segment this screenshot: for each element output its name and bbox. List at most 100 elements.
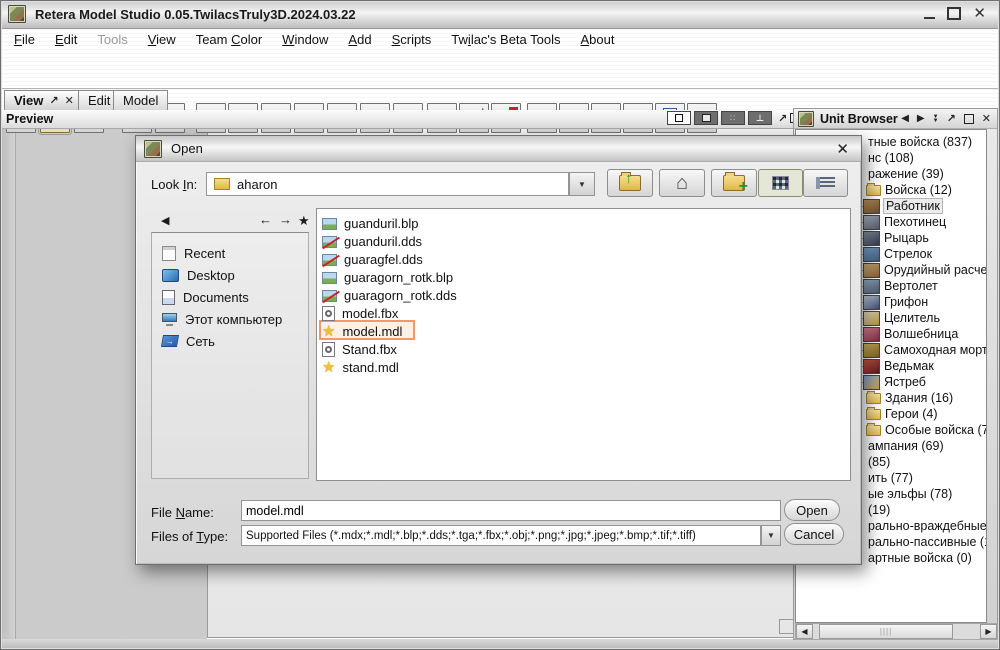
menu-item-add[interactable]: Add xyxy=(338,30,381,49)
forward-icon[interactable]: → xyxy=(279,212,292,227)
files-of-type-dropdown-icon[interactable]: ▼ xyxy=(761,525,781,546)
place-documents[interactable]: Documents xyxy=(162,289,249,305)
tab-restore-icon[interactable]: ↗ xyxy=(49,94,58,107)
unit-portrait-icon xyxy=(863,374,880,390)
dialog-icon xyxy=(144,139,162,158)
minimize-icon[interactable] xyxy=(924,17,936,19)
tree-item[interactable]: нс (108) xyxy=(868,150,914,166)
files-of-type-combo[interactable]: Supported Files (*.mdx;*.mdl;*.blp;*.dds… xyxy=(241,525,761,546)
open-button[interactable]: Open xyxy=(784,499,840,521)
file-row[interactable]: Stand.fbx xyxy=(322,341,397,358)
cancel-button[interactable]: Cancel xyxy=(784,523,844,545)
tree-item-unit[interactable]: Целитель xyxy=(849,310,940,326)
unit-browser-header[interactable]: Unit Browser ◀ ▶ ▼ ▼ ↗ ✕ xyxy=(794,109,997,129)
menu-item-window[interactable]: Window xyxy=(272,30,338,49)
unit-tree-hscrollbar[interactable]: ◀ |||| ▶ xyxy=(795,623,998,640)
tree-item-unit[interactable]: Работник xyxy=(849,198,943,214)
view-mode-points-button[interactable]: :: xyxy=(721,111,745,125)
tree-item-folder[interactable]: Войска (12) xyxy=(866,182,952,198)
hscroll-thumb[interactable]: |||| xyxy=(819,624,953,639)
tree-item-unit[interactable]: Орудийный расчет xyxy=(849,262,986,278)
tree-item[interactable]: ить (77) xyxy=(868,470,913,486)
dialog-title: Open xyxy=(171,141,203,156)
place-this-computer[interactable]: Этот компьютер xyxy=(162,311,282,327)
place-recent[interactable]: Recent xyxy=(162,245,225,261)
unit-portrait-icon xyxy=(863,262,880,278)
tree-item[interactable]: тные войска (837) xyxy=(868,134,972,150)
view-mode-solid-button[interactable] xyxy=(694,111,718,125)
close-icon[interactable]: ✕ xyxy=(973,6,986,21)
tree-item-unit[interactable]: Самоходная мортира xyxy=(849,342,986,358)
grid-view-icon xyxy=(772,176,789,190)
tab-view[interactable]: View ↗ ✕ xyxy=(4,90,84,110)
ub-maximize-icon[interactable] xyxy=(963,113,974,124)
view-mode-wireframe-button[interactable] xyxy=(667,111,691,125)
view-mode-normals-button[interactable]: ⊥ xyxy=(748,111,772,125)
file-row[interactable]: guaragorn_rotk.dds xyxy=(322,287,457,304)
look-in-combo[interactable]: aharon xyxy=(206,172,569,196)
ub-collapse-icon[interactable]: ▼ ▼ xyxy=(933,114,939,124)
tree-item[interactable]: артные войска (0) xyxy=(868,550,972,566)
file-row-selected[interactable]: ★ model.mdl xyxy=(322,323,402,340)
file-row[interactable]: guaragfel.dds xyxy=(322,251,423,268)
ub-left-icon[interactable]: ◀ xyxy=(901,113,909,124)
dialog-close-icon[interactable]: ✕ xyxy=(836,140,849,158)
grid-view-button[interactable] xyxy=(758,169,803,197)
menu-item-twilacs-beta-tools[interactable]: Twilac's Beta Tools xyxy=(441,30,570,49)
hscroll-right-button[interactable]: ▶ xyxy=(980,624,997,639)
file-row[interactable]: guanduril.dds xyxy=(322,233,422,250)
tree-item[interactable]: (85) xyxy=(868,454,890,470)
tree-item[interactable]: ые эльфы (78) xyxy=(868,486,952,502)
file-row[interactable]: ★ stand.mdl xyxy=(322,359,399,376)
home-button[interactable]: ⌂ xyxy=(659,169,705,197)
details-view-button[interactable] xyxy=(803,169,848,197)
tree-item-folder[interactable]: Особые войска (7) xyxy=(866,422,986,438)
place-desktop[interactable]: Desktop xyxy=(162,267,235,283)
tree-item[interactable]: рально-враждебные ( xyxy=(868,518,986,534)
ub-right-icon[interactable]: ▶ xyxy=(917,113,925,124)
tree-item[interactable]: рально-пассивные (17 xyxy=(868,534,986,550)
ub-close-icon[interactable]: ✕ xyxy=(982,112,991,125)
tree-item-unit[interactable]: Пехотинец xyxy=(849,214,946,230)
preview-restore-icon[interactable]: ↗ xyxy=(778,112,787,125)
file-name-input[interactable] xyxy=(241,500,781,521)
menu-item-view[interactable]: View xyxy=(138,30,186,49)
tree-item-unit[interactable]: Волшебница xyxy=(849,326,958,342)
tree-item-unit[interactable]: Вертолет xyxy=(849,278,938,294)
file-list[interactable]: guanduril.blp guanduril.dds guaragfel.dd… xyxy=(316,208,851,481)
up-folder-button[interactable]: ↑ xyxy=(607,169,653,197)
home-icon: ⌂ xyxy=(675,172,689,194)
tab-close-icon[interactable]: ✕ xyxy=(65,94,74,107)
file-row[interactable]: guanduril.blp xyxy=(322,215,418,232)
hscroll-left-button[interactable]: ◀ xyxy=(796,624,813,639)
menu-item-about[interactable]: About xyxy=(571,30,625,49)
dialog-title-bar[interactable]: Open ✕ xyxy=(136,136,861,162)
maximize-icon[interactable] xyxy=(947,7,962,20)
unit-portrait-icon xyxy=(863,278,880,294)
menu-item-scripts[interactable]: Scripts xyxy=(382,30,442,49)
selected-tree-label: Работник xyxy=(883,198,943,214)
back-icon[interactable]: ← xyxy=(259,212,272,227)
file-row[interactable]: model.fbx xyxy=(322,305,398,322)
tab-view-label: View xyxy=(14,93,44,108)
menu-item-team-color[interactable]: Team Color xyxy=(186,30,272,49)
title-bar[interactable]: Retera Model Studio 0.05.TwilacsTruly3D.… xyxy=(0,0,1000,29)
tree-item[interactable]: ражение (39) xyxy=(868,166,944,182)
new-folder-button[interactable]: + xyxy=(711,169,757,197)
tree-item-folder[interactable]: Герои (4) xyxy=(866,406,938,422)
place-network[interactable]: → Сеть xyxy=(160,333,215,349)
ub-restore-icon[interactable]: ↗ xyxy=(947,112,956,125)
tree-item-folder[interactable]: Здания (16) xyxy=(866,390,953,406)
places-collapse-icon[interactable]: ◀ xyxy=(161,214,169,227)
menu-item-file[interactable]: File xyxy=(4,30,45,49)
tab-model[interactable]: Model xyxy=(113,90,169,110)
look-in-dropdown-icon[interactable]: ▼ xyxy=(569,172,595,196)
tree-item[interactable]: (19) xyxy=(868,502,890,518)
menu-item-edit[interactable]: Edit xyxy=(45,30,87,49)
tree-item[interactable]: ампания (69) xyxy=(868,438,944,454)
file-row[interactable]: guaragorn_rotk.blp xyxy=(322,269,453,286)
unit-browser-icon xyxy=(798,110,814,127)
favorites-icon[interactable]: ★ xyxy=(298,213,310,229)
app-icon xyxy=(8,5,26,23)
unit-portrait-icon xyxy=(863,358,880,374)
